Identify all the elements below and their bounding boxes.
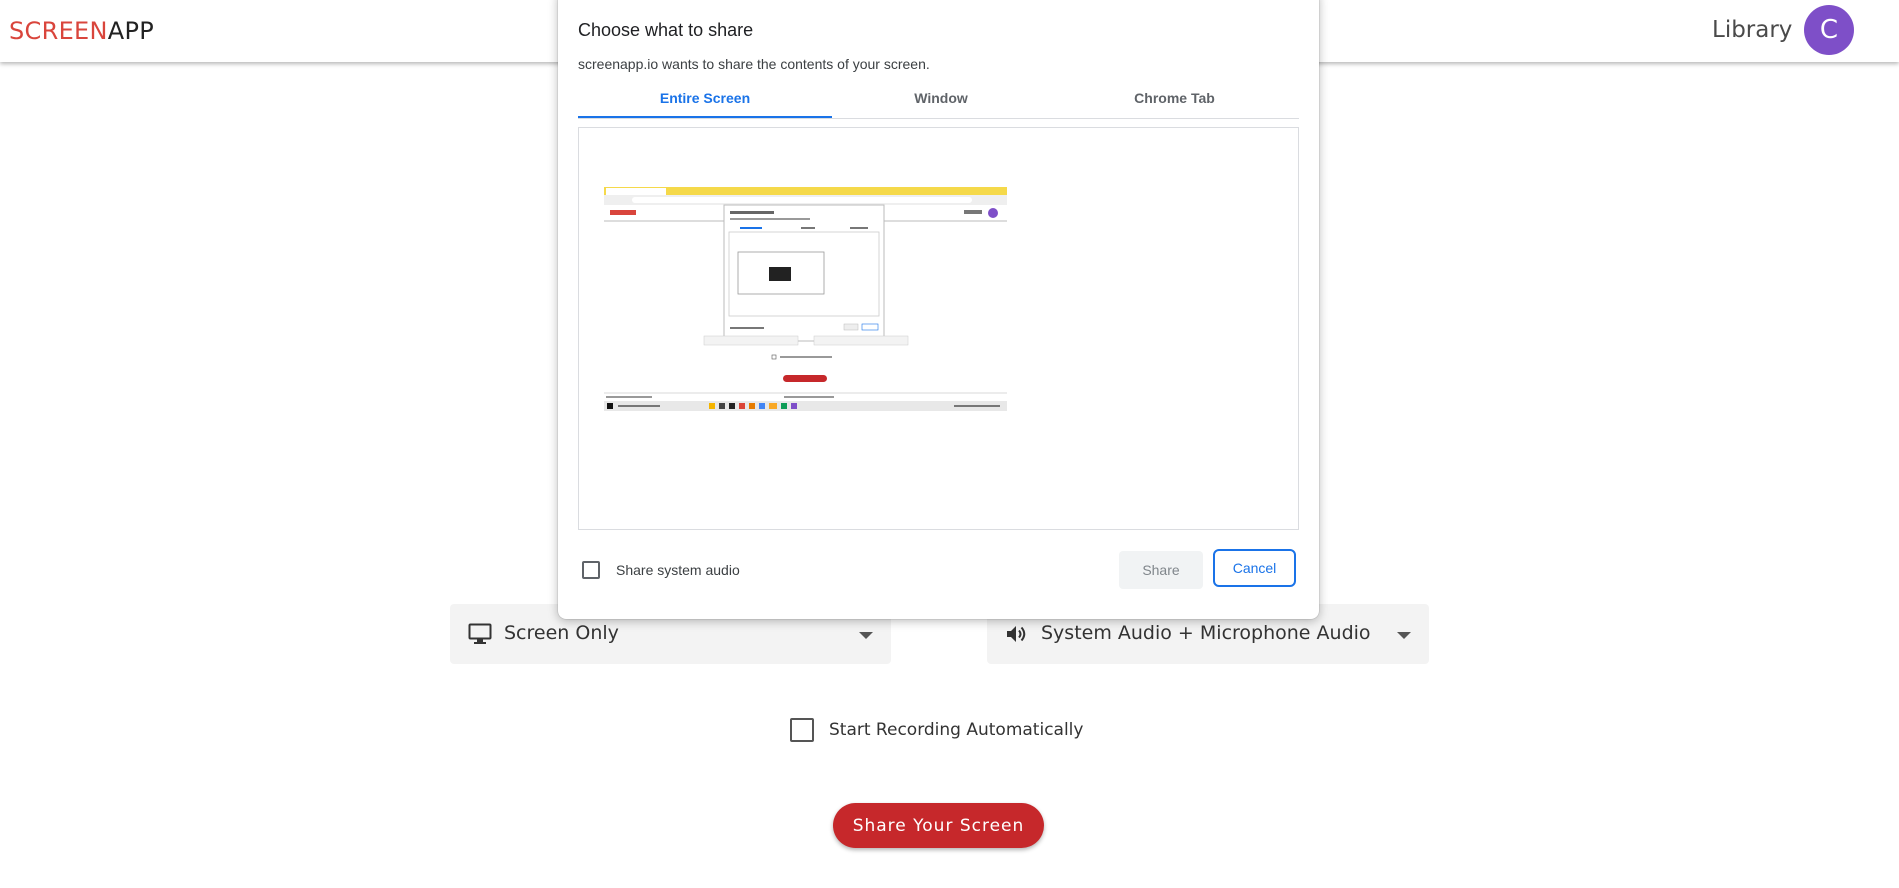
tab-window[interactable]: Window bbox=[832, 86, 1050, 116]
share-system-audio-option: Share system audio bbox=[582, 561, 740, 579]
share-system-audio-label: Share system audio bbox=[616, 562, 740, 578]
dialog-share-button[interactable]: Share bbox=[1119, 551, 1203, 589]
chevron-down-icon bbox=[1397, 632, 1411, 639]
share-source-tabs: Entire Screen Window Chrome Tab bbox=[578, 86, 1299, 119]
dialog-cancel-button[interactable]: Cancel bbox=[1213, 549, 1296, 587]
tab-entire-screen[interactable]: Entire Screen bbox=[578, 86, 832, 119]
library-link[interactable]: Library bbox=[1712, 17, 1792, 43]
logo-text-screen: SCREEN bbox=[9, 17, 108, 45]
audio-source-value: System Audio + Microphone Audio bbox=[1041, 622, 1371, 644]
tabs-divider bbox=[578, 118, 1299, 119]
video-source-value: Screen Only bbox=[504, 622, 619, 644]
monitor-icon bbox=[468, 623, 492, 644]
dialog-subtitle: screenapp.io wants to share the contents… bbox=[578, 56, 930, 72]
screen-preview-area bbox=[578, 127, 1299, 530]
logo-text-app: APP bbox=[107, 17, 155, 45]
speaker-icon bbox=[1007, 626, 1026, 642]
auto-record-label: Start Recording Automatically bbox=[829, 720, 1084, 740]
avatar[interactable]: C bbox=[1804, 5, 1854, 55]
tab-chrome-tab[interactable]: Chrome Tab bbox=[1050, 86, 1299, 116]
dialog-title: Choose what to share bbox=[578, 20, 754, 40]
chevron-down-icon bbox=[859, 632, 873, 639]
share-system-audio-checkbox[interactable] bbox=[582, 561, 600, 579]
screenapp-logo[interactable]: SCREENAPP bbox=[9, 17, 154, 45]
share-dialog: Choose what to share screenapp.io wants … bbox=[558, 0, 1319, 619]
share-your-screen-button[interactable]: Share Your Screen bbox=[833, 803, 1044, 848]
auto-record-checkbox[interactable] bbox=[790, 718, 814, 742]
screen-thumbnail[interactable] bbox=[604, 187, 1007, 411]
auto-record-option: Start Recording Automatically bbox=[790, 718, 1083, 742]
